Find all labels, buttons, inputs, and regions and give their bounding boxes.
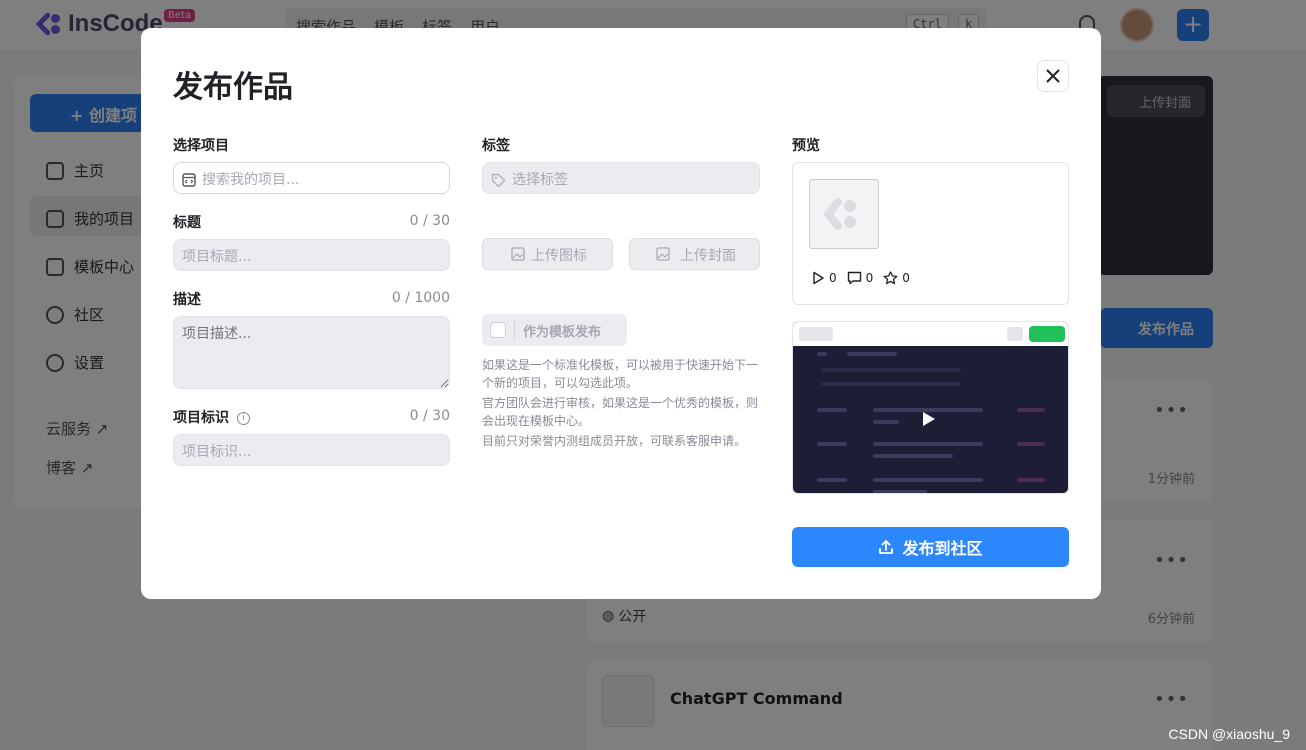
- close-icon: [1046, 69, 1060, 83]
- description-textarea[interactable]: [173, 316, 450, 389]
- info-icon[interactable]: i: [237, 411, 250, 425]
- watermark: CSDN @xiaoshu_9: [1168, 726, 1290, 742]
- template-notes: 如果这是一个标准化模板，可以被用于快速开始下一个新的项目，可以勾选此项。 官方团…: [482, 356, 764, 452]
- project-search-placeholder: 搜索我的项目...: [202, 172, 300, 188]
- template-note: 目前只对荣誉内测组成员开放，可联系客服申请。: [482, 434, 747, 448]
- template-checkbox[interactable]: 作为模板发布: [482, 314, 627, 346]
- select-project-label: 选择项目: [173, 138, 229, 154]
- upload-cover-button[interactable]: 上传封面: [629, 238, 760, 270]
- play-icon[interactable]: [923, 412, 935, 426]
- upload-icon: [879, 540, 894, 554]
- placeholder-logo-icon: [824, 198, 856, 230]
- project-id-counter: 0 / 30: [409, 408, 450, 424]
- preview-label: 预览: [792, 138, 820, 154]
- comment-count: 0: [865, 271, 874, 285]
- template-note: 官方团队会进行审核，如果这是一个优秀的模板，则会出现在模板中心。: [482, 396, 759, 428]
- title-label: 标题: [173, 215, 201, 231]
- close-button[interactable]: [1037, 60, 1069, 92]
- checkbox-box[interactable]: [490, 322, 506, 338]
- image-icon: [511, 247, 525, 261]
- project-search-input[interactable]: 搜索我的项目...: [173, 162, 450, 194]
- tags-select[interactable]: 选择标签: [482, 162, 760, 194]
- upload-icon-button[interactable]: 上传图标: [482, 238, 613, 270]
- publish-modal: 发布作品 选择项目 搜索我的项目... 标题 0 / 30 项目标题... 描述…: [141, 28, 1101, 599]
- star-icon: [883, 271, 898, 285]
- play-count: 0: [829, 271, 837, 285]
- template-checkbox-label: 作为模板发布: [523, 325, 602, 340]
- title-input[interactable]: 项目标题...: [173, 239, 450, 271]
- preview-thumbnail: [809, 179, 879, 249]
- title-counter: 0 / 30: [409, 213, 450, 229]
- template-note: 如果这是一个标准化模板，可以被用于快速开始下一个新的项目，可以勾选此项。: [482, 358, 759, 390]
- preview-card: 0 0 0: [792, 162, 1069, 305]
- project-id-input[interactable]: 项目标识...: [173, 434, 450, 466]
- modal-title: 发布作品: [173, 70, 293, 105]
- tags-label: 标签: [482, 138, 510, 154]
- preview-stats: 0 0 0: [811, 271, 910, 285]
- upload-icon-label: 上传图标: [531, 248, 587, 264]
- project-icon: [182, 173, 196, 187]
- play-icon: [813, 271, 824, 285]
- upload-cover-label: 上传封面: [680, 248, 736, 264]
- description-label: 描述: [173, 292, 201, 308]
- tag-icon: [491, 173, 506, 187]
- description-counter: 0 / 1000: [391, 290, 450, 306]
- tags-placeholder: 选择标签: [512, 172, 568, 188]
- project-id-label: 项目标识 i: [173, 407, 250, 427]
- image-icon: [656, 247, 670, 261]
- star-count: 0: [902, 271, 910, 285]
- comment-icon: [847, 271, 861, 285]
- preview-screenshot[interactable]: [792, 321, 1069, 494]
- submit-label: 发布到社区: [902, 539, 983, 558]
- publish-to-community-button[interactable]: 发布到社区: [792, 527, 1069, 567]
